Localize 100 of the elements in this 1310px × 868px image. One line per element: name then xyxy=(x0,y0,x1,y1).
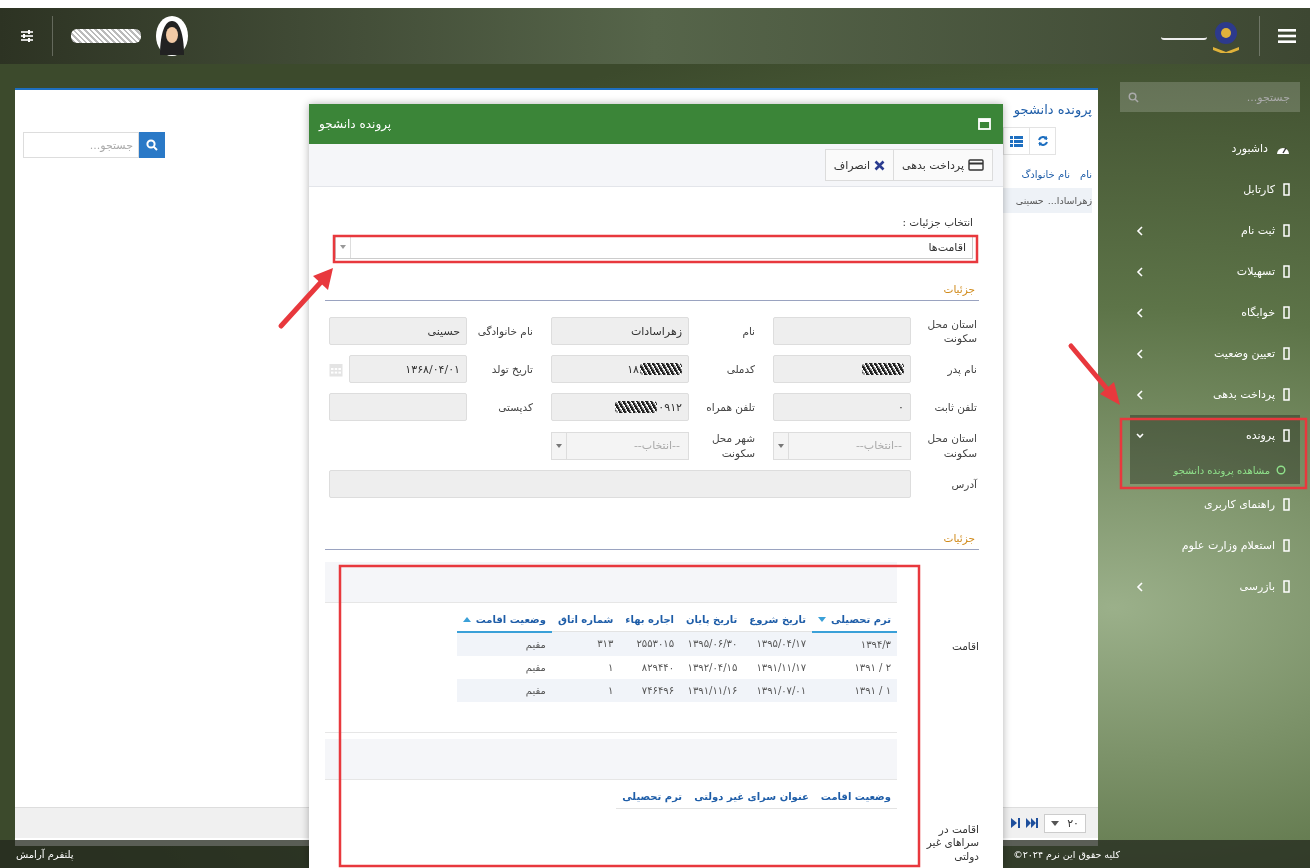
column-header[interactable]: شماره اتاق xyxy=(551,604,620,632)
card-icon xyxy=(968,159,984,171)
column-header[interactable]: تاریخ پایان xyxy=(680,604,744,632)
column-header[interactable]: ترم تحصیلی xyxy=(812,604,897,632)
input-field[interactable]: ۱۳۶۸/۰۴/۰۱ xyxy=(349,355,467,384)
table-cell: مقیم xyxy=(456,631,552,656)
chevron-left-icon xyxy=(1136,348,1144,359)
input-field[interactable]: ۱۸ xyxy=(551,355,689,384)
table-cell: زهراسادا... xyxy=(1047,195,1092,206)
table-cell: مقیم xyxy=(456,678,552,702)
rectangle-icon xyxy=(1283,224,1290,237)
input-field[interactable] xyxy=(773,317,911,346)
column-header[interactable]: عنوان سرای غیر دولتی xyxy=(688,781,815,809)
rectangle-icon xyxy=(1283,429,1290,442)
rectangle-icon xyxy=(1283,347,1290,360)
page-size-select[interactable]: ۲۰ xyxy=(1044,813,1086,833)
column-header[interactable]: ترم تحصیلی xyxy=(616,781,689,809)
field-label: تاریخ تولد xyxy=(490,362,533,377)
refresh-icon xyxy=(1036,135,1049,147)
table-cell: مقیم xyxy=(456,655,552,679)
input-field[interactable] xyxy=(329,469,911,498)
search-icon xyxy=(146,139,158,151)
input-field[interactable]: ۰۹۱۲ xyxy=(551,393,689,422)
column-header[interactable]: وضعیت اقامت xyxy=(814,781,897,809)
table-cell: ۱۳۹۴/۳ xyxy=(812,631,897,656)
input-field[interactable] xyxy=(329,393,467,422)
column-header[interactable]: اجاره بهاء xyxy=(619,604,681,632)
arrow-drawing xyxy=(1068,343,1120,405)
caret-icon xyxy=(340,245,346,249)
cancel-button[interactable]: انصراف xyxy=(825,150,893,180)
table-cell: ۱ / ۱۳۹۱ xyxy=(812,678,897,702)
input-field[interactable]: زهراسادات xyxy=(551,317,689,346)
input-field[interactable] xyxy=(773,355,911,384)
field-label: نام xyxy=(741,324,755,339)
table-cell: ۱۳۹۲/۰۴/۱۵ xyxy=(680,655,744,679)
redacted-scribble xyxy=(71,29,141,43)
window-icon[interactable] xyxy=(978,118,991,130)
chevron-left-icon xyxy=(1136,307,1144,318)
menu-icon[interactable] xyxy=(1278,28,1296,44)
copyright-text: ©۲۰۲۴ کلیه حقوق این نرم xyxy=(1013,848,1120,860)
arrow-drawing xyxy=(278,268,333,329)
caret-icon xyxy=(1051,820,1060,826)
field-label: تلفن همراه xyxy=(705,400,755,415)
table-cell: ۱۳۹۱/۱۱/۱۶ xyxy=(680,678,744,702)
circle-icon xyxy=(1276,465,1286,475)
settings-icon[interactable] xyxy=(20,29,34,43)
input-field[interactable]: ۰ xyxy=(773,393,911,422)
sidebar-item[interactable]: کارتابل xyxy=(1130,169,1300,210)
section-heading: جزئیات xyxy=(325,283,979,301)
sidebar-item[interactable]: داشبورد xyxy=(1130,128,1300,169)
field-label: اقامت در سراهای غیر دولتی xyxy=(925,822,979,864)
column-header[interactable]: تاریخ شروع xyxy=(743,604,813,632)
sidebar-subitem[interactable]: مشاهده پرونده دانشجو xyxy=(1130,456,1300,484)
column-header[interactable]: نام xyxy=(1079,169,1092,180)
table-cell: ۱ xyxy=(551,678,620,702)
caret-icon xyxy=(778,443,784,448)
field-label: کدملی xyxy=(725,362,755,377)
column-header[interactable]: نام خانوادگ xyxy=(1021,169,1070,180)
table-cell: ۲۵۵۳۰۱۵ xyxy=(619,631,681,656)
search-button[interactable] xyxy=(139,132,165,158)
field-label: اقامت xyxy=(950,640,979,654)
sort-ascending-icon xyxy=(462,616,471,622)
avatar-icon[interactable] xyxy=(155,15,189,57)
table-cell: ۸۲۹۴۴۰ xyxy=(619,655,681,679)
field-label: انتخاب جزئیات : xyxy=(901,215,973,229)
field-label: شهر محل سکونت xyxy=(710,431,755,460)
sidebar-item[interactable]: پرداخت بدهی xyxy=(1130,374,1300,415)
close-icon xyxy=(874,159,885,171)
rectangle-icon xyxy=(1283,265,1290,278)
chevron-down-icon xyxy=(1136,430,1144,441)
sort-descending-icon xyxy=(818,616,827,622)
rectangle-icon xyxy=(1283,580,1290,593)
rectangle-icon xyxy=(1283,183,1290,196)
field-label: آدرس xyxy=(950,476,977,491)
field-label: کدپستی xyxy=(497,400,533,415)
sidebar-item[interactable]: خوابگاه xyxy=(1130,292,1300,333)
table-cell: ۱۳۹۵/۰۴/۱۷ xyxy=(743,631,813,656)
caret-icon xyxy=(556,443,562,448)
table-cell: ۲ / ۱۳۹۱ xyxy=(812,655,897,679)
sidebar-item[interactable]: تسهیلات xyxy=(1130,251,1300,292)
table-cell: ۱۳۹۱/۱۱/۱۷ xyxy=(743,655,813,679)
sidebar-item[interactable]: تعیین وضعیت xyxy=(1130,333,1300,374)
chevron-left-icon xyxy=(1136,581,1144,592)
field-label: نام پدر xyxy=(946,362,977,377)
chevron-left-icon xyxy=(1136,266,1144,277)
last-page-icon[interactable] xyxy=(1011,818,1021,828)
table-cell: ۱۳۹۱/۰۷/۰۱ xyxy=(743,678,813,702)
field-label: استان محل سکونت xyxy=(926,317,977,346)
pay-button[interactable]: پرداخت بدهی xyxy=(893,150,992,180)
input-field[interactable]: حسینی xyxy=(329,317,467,346)
field-label: استان محل سکونت xyxy=(926,431,977,460)
fast-forward-icon[interactable] xyxy=(1026,818,1039,828)
dialog-title: پرونده دانشجو xyxy=(319,117,392,131)
sidebar-item[interactable]: پرونده xyxy=(1130,415,1300,456)
column-header[interactable]: وضعیت اقامت xyxy=(456,604,552,632)
search-field[interactable]: جستجو... xyxy=(23,132,139,158)
rectangle-icon xyxy=(1283,306,1290,319)
sidebar-item[interactable]: ثبت نام xyxy=(1130,210,1300,251)
details-dropdown[interactable]: اقامت‌ها xyxy=(335,235,973,259)
chevron-left-icon xyxy=(1136,225,1144,236)
